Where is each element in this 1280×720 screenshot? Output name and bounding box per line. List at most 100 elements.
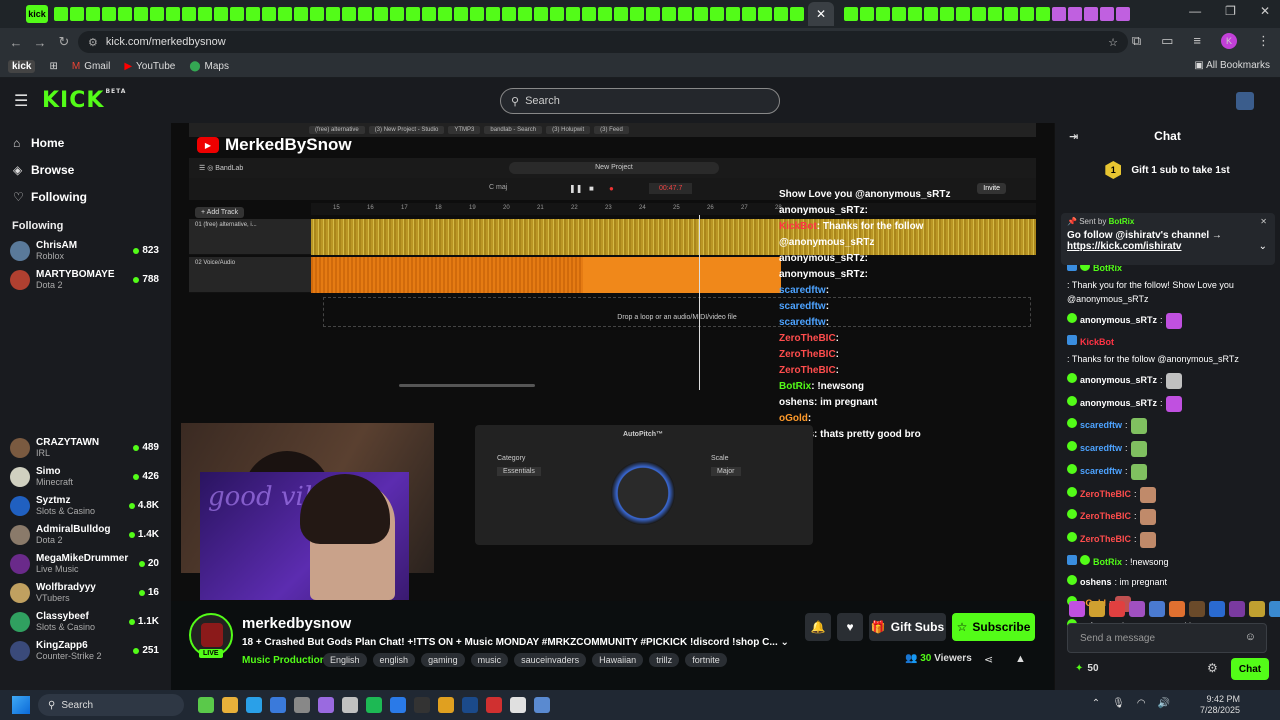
browser-tab-icon[interactable]	[134, 7, 148, 21]
browser-tab-icon[interactable]	[774, 7, 788, 21]
browser-tab-icon[interactable]	[166, 7, 180, 21]
browser-tab-icon[interactable]	[892, 7, 906, 21]
browser-tab-icon[interactable]	[678, 7, 692, 21]
channel-points[interactable]: ✦ 50	[1075, 663, 1099, 674]
taskbar-app-icon[interactable]	[510, 697, 526, 713]
chat-username[interactable]: ZeroTheBIC	[1080, 509, 1131, 523]
start-button-icon[interactable]	[12, 696, 30, 714]
nav-following[interactable]: ♡ Following	[0, 183, 171, 210]
browser-tab-icon[interactable]	[102, 7, 116, 21]
browser-tab-icon[interactable]	[742, 7, 756, 21]
emote-icon[interactable]	[1209, 601, 1225, 617]
chat-username[interactable]: anonymous_sRTz	[1080, 313, 1157, 327]
bookmark-gmail[interactable]: M Gmail	[72, 61, 110, 72]
taskbar-app-icon[interactable]	[222, 697, 238, 713]
taskbar-app-icon[interactable]	[198, 697, 214, 713]
taskbar-app-icon[interactable]	[534, 697, 550, 713]
browser-tab-icon[interactable]	[1004, 7, 1018, 21]
browser-tab-icon[interactable]	[310, 7, 324, 21]
emoji-icon[interactable]: ☺	[1245, 631, 1256, 643]
taskbar-clock[interactable]: 9:42 PM 7/28/2025	[1200, 694, 1240, 716]
sidepanel-icon[interactable]: ▭	[1161, 33, 1173, 49]
minimize-icon[interactable]: —	[1189, 4, 1201, 18]
profile-icon[interactable]: K	[1221, 33, 1237, 49]
chat-username[interactable]: anonymous_sRTz	[1080, 396, 1157, 410]
browser-tab-icon[interactable]	[726, 7, 740, 21]
notify-bell-button[interactable]: 🔔	[805, 613, 831, 641]
bookmark-youtube[interactable]: ▶ YouTube	[124, 61, 175, 72]
following-item[interactable]: KingZapp6 Counter-Strike 2 251	[0, 636, 171, 665]
browser-tab-icon[interactable]	[502, 7, 516, 21]
taskbar-app-icon[interactable]	[462, 697, 478, 713]
tab-kick[interactable]: kick	[26, 5, 48, 23]
video-player[interactable]: (free) alternative (3) New Project - Stud…	[171, 123, 1054, 601]
channel-name[interactable]: merkedbysnow	[242, 615, 351, 632]
browser-tab-icon[interactable]	[566, 7, 580, 21]
chat-username[interactable]: scaredftw	[1080, 418, 1122, 432]
menu-icon[interactable]: ⋮	[1257, 33, 1270, 49]
browser-tab-icon[interactable]	[390, 7, 404, 21]
emote-icon[interactable]	[1249, 601, 1265, 617]
browser-tab-icon[interactable]	[1020, 7, 1034, 21]
browser-tab-icon[interactable]	[294, 7, 308, 21]
emote-icon[interactable]	[1069, 601, 1085, 617]
stream-category[interactable]: Music Production	[242, 655, 326, 666]
gift-leaderboard[interactable]: 1 Gift 1 sub to take 1st	[1055, 161, 1280, 179]
taskbar-app-icon[interactable]	[342, 697, 358, 713]
mic-icon[interactable]: 🎙	[1112, 698, 1125, 709]
follow-heart-button[interactable]: ♥	[837, 613, 863, 641]
following-item[interactable]: MARTYBOMAYE Dota 2 788	[0, 265, 171, 294]
chat-username[interactable]: scaredftw	[1080, 441, 1122, 455]
browser-tab-icon[interactable]	[844, 7, 858, 21]
emote-icon[interactable]	[1109, 601, 1125, 617]
browser-tab-icon[interactable]	[422, 7, 436, 21]
gear-icon[interactable]: ⚙	[1207, 661, 1218, 675]
kick-logo[interactable]: KICKBETA	[42, 88, 126, 113]
chat-username[interactable]: anonymous_sRTz	[1080, 373, 1157, 387]
browser-tab-icon[interactable]	[988, 7, 1002, 21]
browser-tab-icon[interactable]	[582, 7, 596, 21]
taskbar-app-icon[interactable]	[414, 697, 430, 713]
all-bookmarks[interactable]: ▣ All Bookmarks	[1194, 60, 1270, 71]
emote-icon[interactable]	[1229, 601, 1245, 617]
browser-tab-icon[interactable]	[598, 7, 612, 21]
browser-tab-icon[interactable]	[956, 7, 970, 21]
share-icon[interactable]: ⋖	[984, 653, 993, 666]
stream-tag[interactable]: english	[372, 653, 416, 667]
stream-tag[interactable]: trillz	[649, 653, 680, 667]
chat-input[interactable]	[1080, 632, 1240, 644]
browser-tab-icon[interactable]	[198, 7, 212, 21]
browser-tab-icon[interactable]	[454, 7, 468, 21]
report-icon[interactable]: ▲	[1015, 653, 1026, 665]
browser-tab-icon[interactable]	[710, 7, 724, 21]
browser-tab-icon[interactable]	[182, 7, 196, 21]
browser-tab-icon[interactable]	[790, 7, 804, 21]
stream-tag[interactable]: fortnite	[685, 653, 727, 667]
chat-username[interactable]: KickBot	[1080, 335, 1114, 349]
emote-icon[interactable]	[1189, 601, 1205, 617]
stream-tag[interactable]: sauceinvaders	[514, 653, 587, 667]
bookmark-kick[interactable]: kick	[8, 60, 36, 73]
volume-icon[interactable]: 🔊	[1158, 698, 1170, 709]
browser-tab-icon[interactable]	[70, 7, 84, 21]
browser-tab-icon[interactable]	[534, 7, 548, 21]
browser-tab-icon[interactable]	[1100, 7, 1114, 21]
browser-tab-icon[interactable]	[486, 7, 500, 21]
chat-input-box[interactable]: ☺	[1067, 623, 1267, 653]
taskbar-app-icon[interactable]	[270, 697, 286, 713]
following-item[interactable]: AdmiralBulldog Dota 2 1.4K	[0, 520, 171, 549]
nav-browse[interactable]: ◈ Browse	[0, 156, 171, 183]
bookmark-maps[interactable]: ⬤ Maps	[189, 61, 229, 72]
tab-active-close-icon[interactable]: ✕	[808, 2, 834, 26]
browser-tab-icon[interactable]	[230, 7, 244, 21]
browser-tab-icon[interactable]	[876, 7, 890, 21]
following-item[interactable]: Classybeef Slots & Casino 1.1K	[0, 607, 171, 636]
taskbar-app-icon[interactable]	[294, 697, 310, 713]
cast-icon[interactable]: ≡	[1193, 33, 1201, 49]
browser-tab-icon[interactable]	[278, 7, 292, 21]
bookmark-star-icon[interactable]: ☆	[1108, 36, 1118, 49]
hamburger-menu-icon[interactable]: ☰	[14, 91, 28, 111]
taskbar-app-icon[interactable]	[486, 697, 502, 713]
browser-tab-icon[interactable]	[662, 7, 676, 21]
chat-username[interactable]: ZeroTheBIC	[1080, 487, 1131, 501]
